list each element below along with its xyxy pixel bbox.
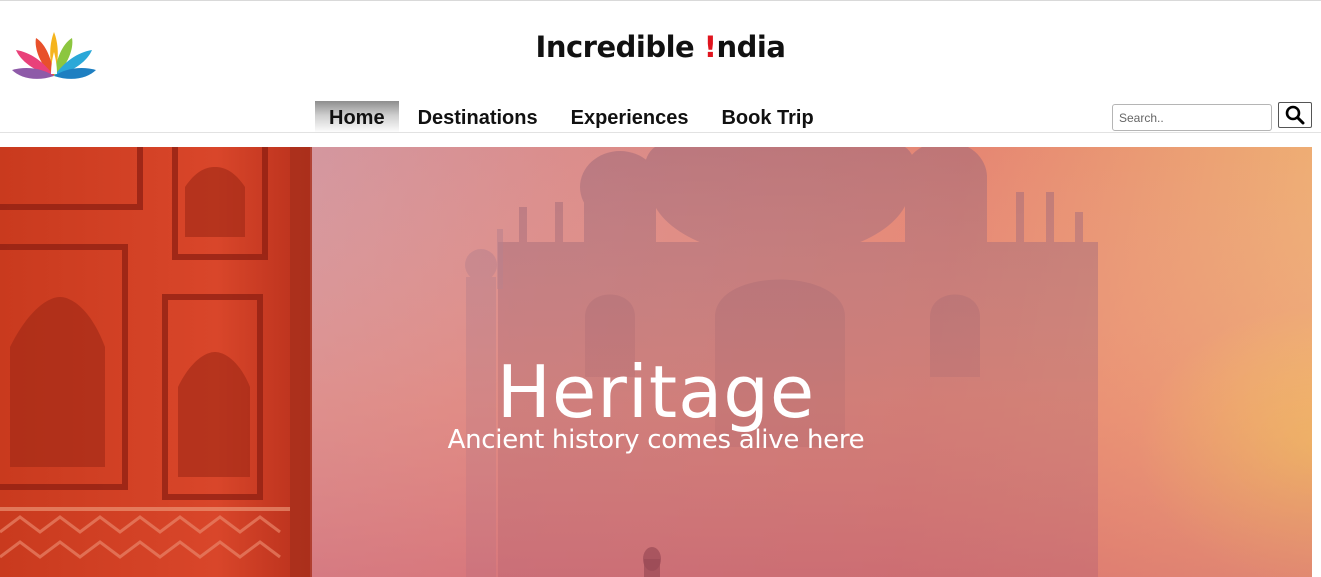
top-border — [0, 0, 1321, 3]
hero-subtitle: Ancient history comes alive here — [447, 425, 865, 455]
hero-banner: Heritage Ancient history comes alive her… — [0, 147, 1312, 577]
main-nav: Home Destinations Experiences Book Trip — [315, 101, 833, 133]
brand-suffix: ndia — [716, 30, 786, 64]
search-icon — [1285, 105, 1305, 125]
brand-accent-mark: ! — [703, 30, 717, 64]
brand-title[interactable]: Incredible !ndia — [0, 30, 1321, 64]
nav-divider — [0, 132, 1321, 133]
brand-prefix: Incredible — [535, 30, 704, 64]
search-button[interactable] — [1278, 102, 1312, 128]
nav-item-experiences[interactable]: Experiences — [557, 101, 703, 133]
search-input[interactable] — [1112, 104, 1272, 131]
nav-item-home[interactable]: Home — [315, 101, 399, 133]
nav-item-book-trip[interactable]: Book Trip — [707, 101, 827, 133]
hero-title: Heritage — [496, 350, 816, 434]
nav-item-destinations[interactable]: Destinations — [404, 101, 552, 133]
